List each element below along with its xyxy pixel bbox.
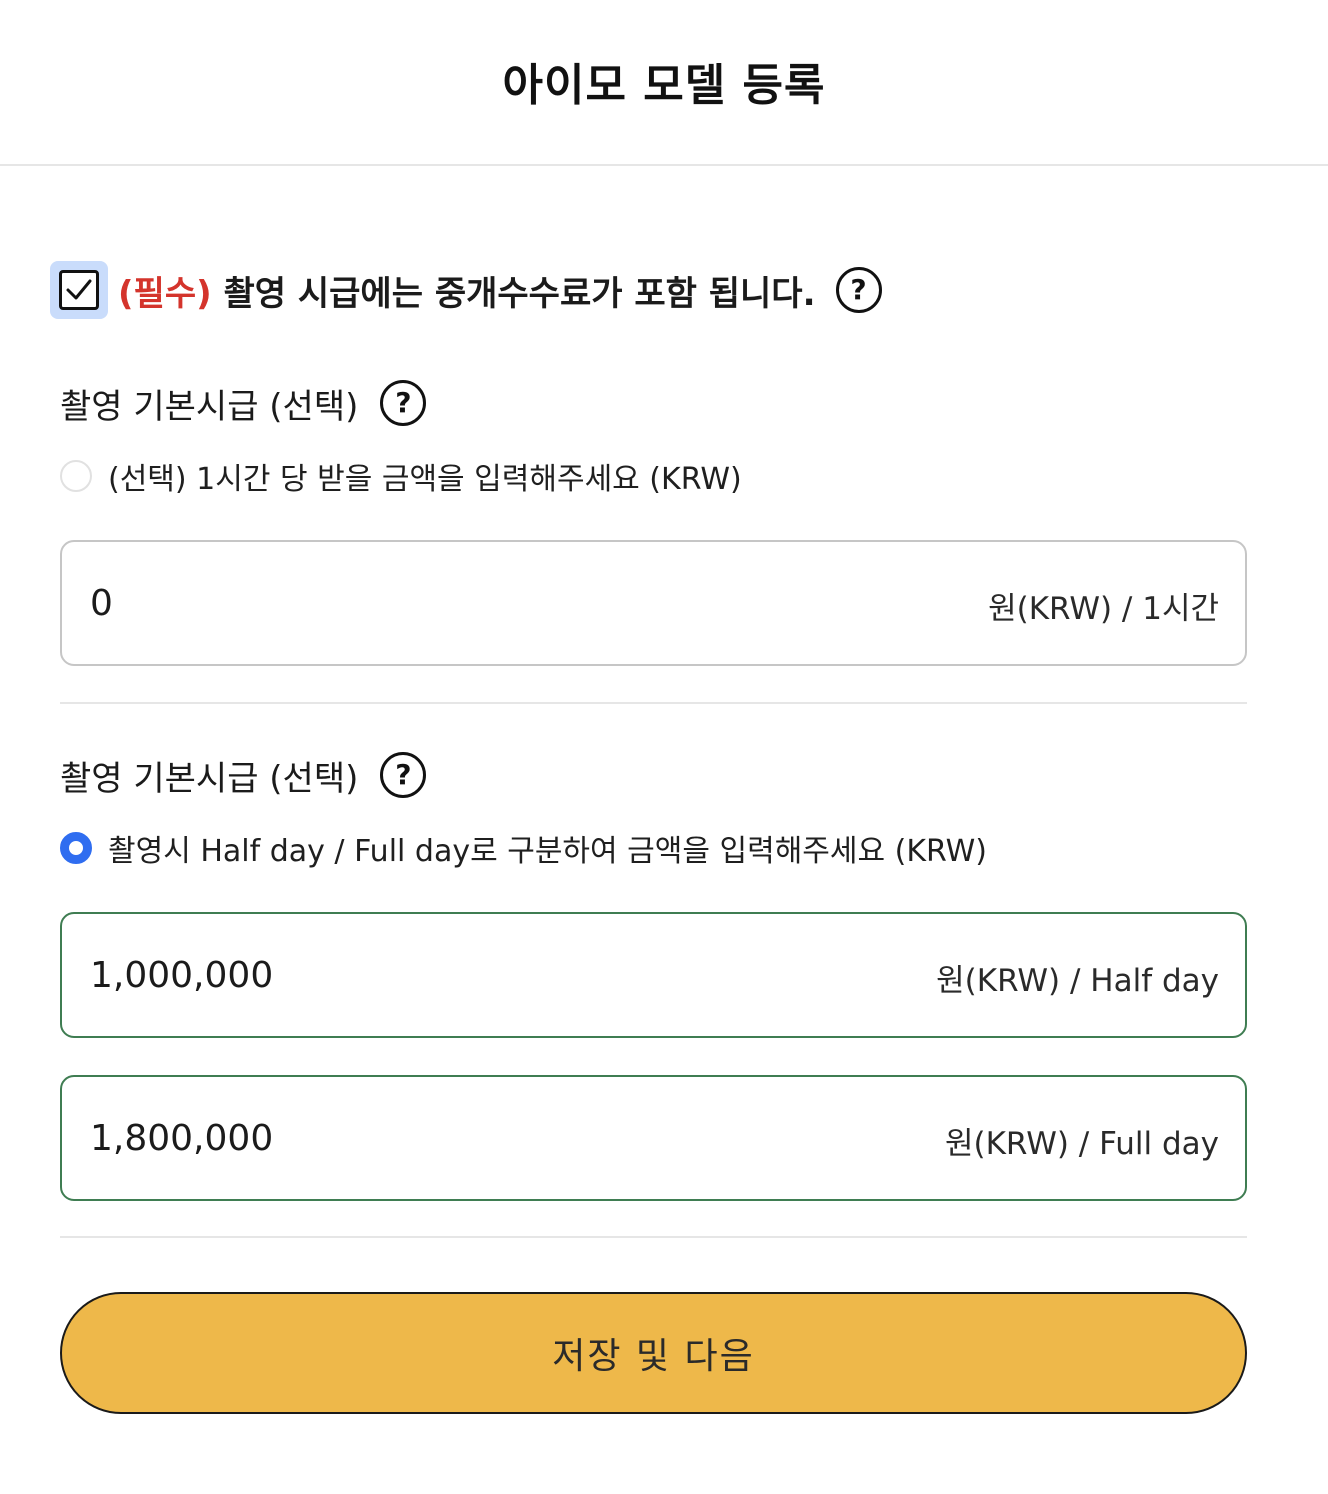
question-circle-icon[interactable]: ?	[835, 267, 882, 313]
hourly-rate-unit: 원(KRW) / 1시간	[988, 590, 1219, 627]
question-circle-icon[interactable]: ?	[380, 380, 427, 426]
daily-radio-option[interactable]: 촬영시 Half day / Full day로 구분하여 금액을 입력해주세요…	[60, 826, 1246, 870]
daily-section-title: 촬영 기본시급 (선택) ?	[60, 750, 1246, 800]
section-divider	[60, 702, 1247, 704]
hourly-rate-input[interactable]	[90, 582, 768, 624]
daily-radio-button[interactable]	[60, 832, 92, 864]
half-day-rate-input[interactable]	[90, 954, 768, 996]
full-day-rate-input[interactable]	[90, 1117, 768, 1159]
hourly-radio-button[interactable]	[60, 460, 92, 492]
required-tag: (필수)	[118, 273, 212, 314]
hourly-radio-option[interactable]: (선택) 1시간 당 받을 금액을 입력해주세요 (KRW)	[60, 454, 1246, 498]
check-icon	[66, 279, 92, 300]
form-content: (필수) 촬영 시급에는 중개수수료가 포함 됩니다. ? 촬영 기본시급 (선…	[0, 260, 1328, 1414]
required-checkbox[interactable]	[50, 261, 108, 319]
full-day-rate-field[interactable]: 원(KRW) / Full day	[60, 1075, 1247, 1201]
page-title: 아이모 모델 등록	[502, 60, 826, 111]
required-notice-text: (필수) 촬영 시급에는 중개수수료가 포함 됩니다.	[118, 266, 816, 315]
required-notice-label: 촬영 시급에는 중개수수료가 포함 됩니다.	[211, 273, 816, 314]
page-header: 아이모 모델 등록	[0, 0, 1328, 166]
half-day-rate-field[interactable]: 원(KRW) / Half day	[60, 912, 1247, 1038]
hourly-section-title: 촬영 기본시급 (선택) ?	[60, 378, 1246, 428]
save-next-button[interactable]: 저장 및 다음	[60, 1292, 1247, 1414]
hourly-section-label: 촬영 기본시급 (선택)	[60, 386, 359, 427]
question-circle-icon[interactable]: ?	[380, 752, 427, 798]
hourly-radio-label: (선택) 1시간 당 받을 금액을 입력해주세요 (KRW)	[108, 462, 742, 497]
full-day-rate-unit: 원(KRW) / Full day	[944, 1125, 1219, 1162]
required-notice-row: (필수) 촬영 시급에는 중개수수료가 포함 됩니다. ?	[50, 260, 1246, 320]
half-day-rate-unit: 원(KRW) / Half day	[936, 962, 1219, 999]
hourly-rate-field[interactable]: 원(KRW) / 1시간	[60, 540, 1247, 666]
checkbox-box	[59, 270, 99, 310]
daily-radio-label: 촬영시 Half day / Full day로 구분하여 금액을 입력해주세요…	[108, 834, 988, 869]
section-divider	[60, 1236, 1247, 1238]
daily-section-label: 촬영 기본시급 (선택)	[60, 758, 359, 799]
